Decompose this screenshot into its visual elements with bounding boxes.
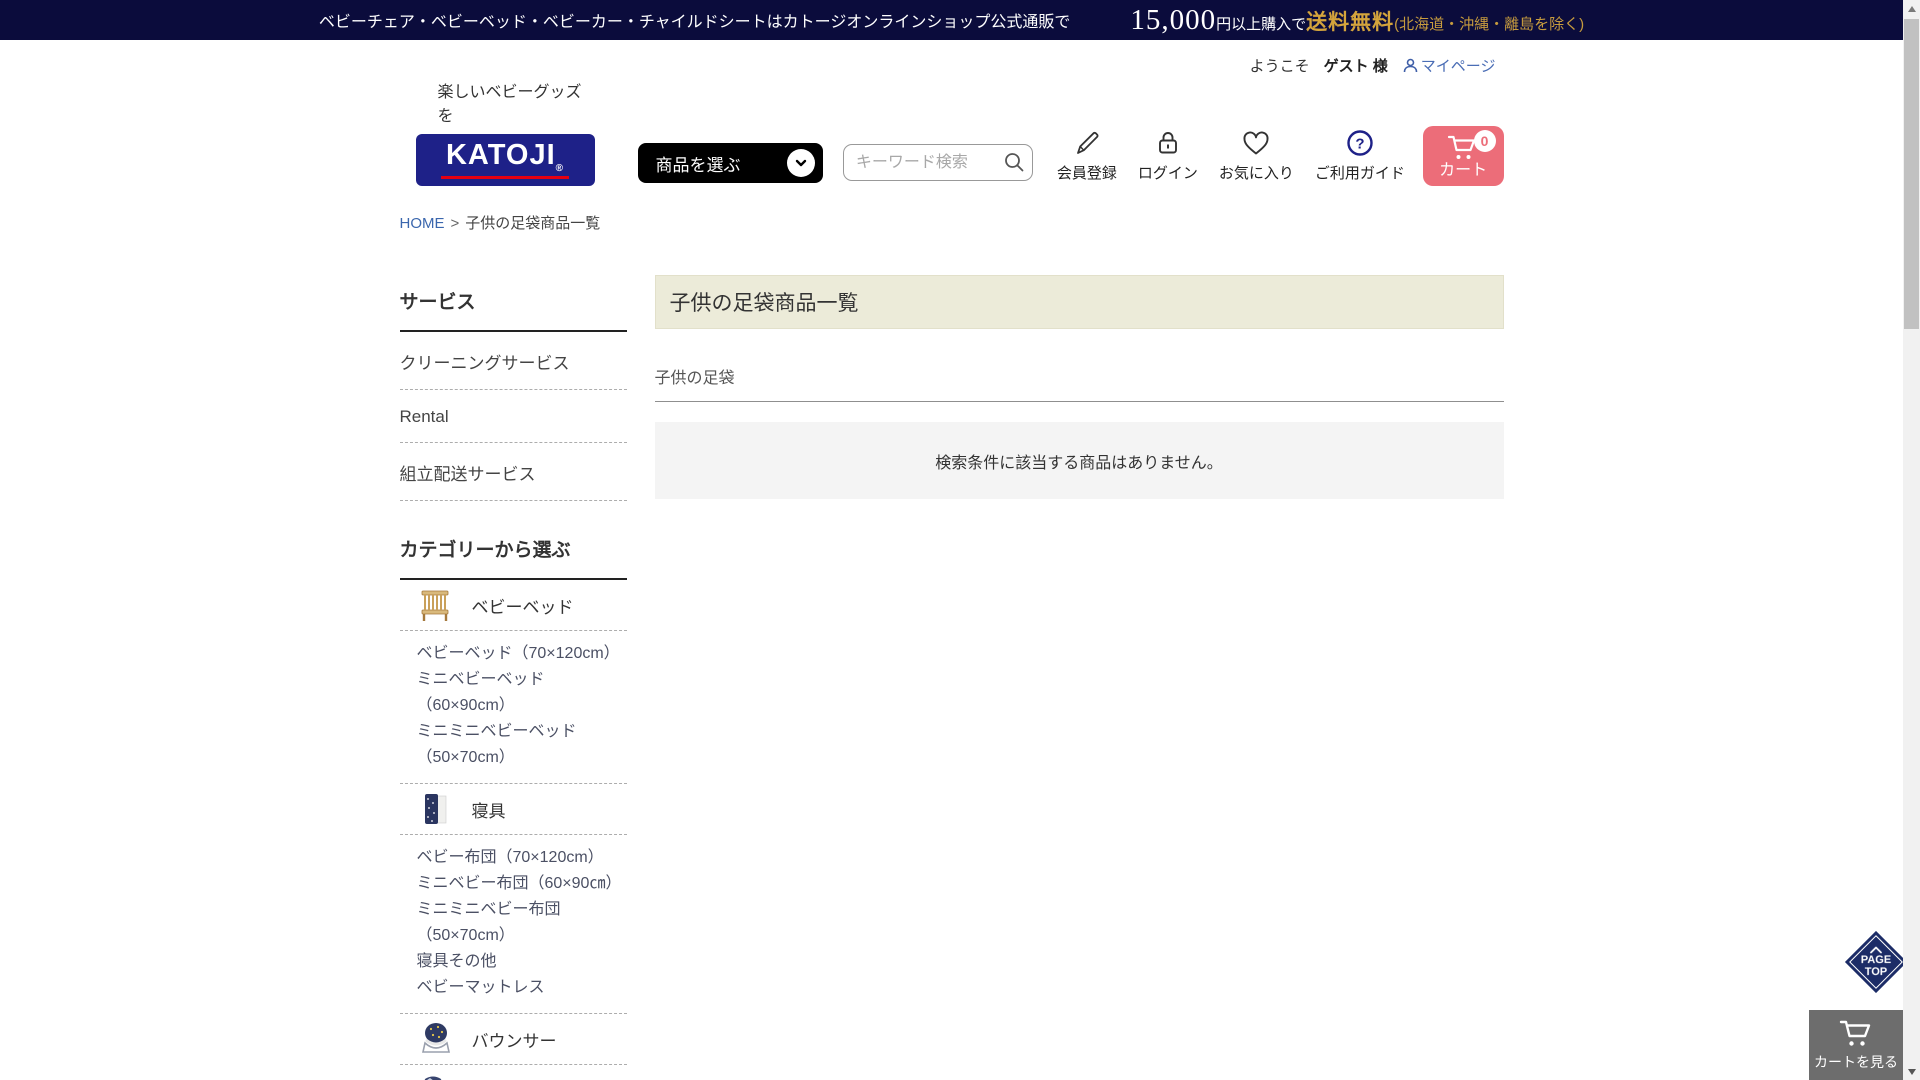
announcement-bar: ベビーチェア・ベビーベッド・ベビーカー・チャイルドシートはカトージオンラインショ… <box>0 0 1903 40</box>
page-title-bar: 子供の足袋商品一覧 <box>655 275 1504 329</box>
bedding-subcategories: ベビー布団（70×120cm） ミニベビー布団（60×90㎝） ミニミニベビー布… <box>400 835 627 1014</box>
services-list: クリーニングサービス Rental 組立配送サービス <box>400 332 627 501</box>
content-area: 子供の足袋商品一覧 子供の足袋 検索条件に該当する商品はありません。 <box>655 275 1504 499</box>
empty-results-box: 検索条件に該当する商品はありません。 <box>655 422 1504 499</box>
breadcrumb-current: 子供の足袋商品一覧 <box>465 215 600 232</box>
crib-thumbnail-icon <box>417 586 455 624</box>
logo-text: KATOJI® <box>446 141 564 174</box>
header-nav: 会員登録 ログイン お気に入り ? <box>1057 128 1405 183</box>
welcome-row: ようこそ ゲスト 様 マイページ <box>400 54 1504 76</box>
page-top-label-1: PAGE <box>1861 954 1891 966</box>
sidebar-category-bouncer[interactable]: バウンサー <box>400 1014 627 1065</box>
sidebar-subcategory[interactable]: ベビーベッド（70×120cm） <box>417 641 627 667</box>
main-layout: サービス クリーニングサービス Rental 組立配送サービス カテゴリーから選… <box>400 275 1504 1080</box>
services-heading: サービス <box>400 287 627 332</box>
sidebar-subcategory[interactable]: ミニベビー布団（60×90㎝） <box>417 871 627 897</box>
member-register-button[interactable]: 会員登録 <box>1057 128 1117 183</box>
login-button[interactable]: ログイン <box>1138 128 1198 183</box>
free-shipping-label: 送料無料 <box>1306 6 1394 36</box>
baby-bed-subcategories: ベビーベッド（70×120cm） ミニベビーベッド（60×90cm） ミニミニベ… <box>400 631 627 784</box>
breadcrumb-separator: > <box>451 215 460 232</box>
logo-block[interactable]: 楽しいベビーグッズを KATOJI® <box>416 78 595 186</box>
pencil-icon <box>1072 128 1102 158</box>
sidebar-category-highlow-rack[interactable]: ハイローラック <box>400 1065 627 1080</box>
breadcrumb: HOME > 子供の足袋商品一覧 <box>400 212 1504 233</box>
sidebar-subcategory[interactable]: ミニミニベビー布団（50×70cm） <box>417 897 627 949</box>
highlow-rack-thumbnail-icon <box>417 1071 455 1080</box>
registered-mark: ® <box>556 163 564 174</box>
nav-label: ログイン <box>1138 162 1198 183</box>
product-select-dropdown[interactable]: 商品を選ぶ <box>638 143 823 183</box>
search-box <box>843 144 1033 181</box>
category-section: カテゴリーから選ぶ ベビーベッド ベビーベッド（70×120cm） ミニベビーベ… <box>400 535 627 1080</box>
filter-category-label: 子供の足袋 <box>655 364 1504 402</box>
browser-scrollbar[interactable] <box>1903 0 1920 1080</box>
chevron-down-icon <box>787 149 815 177</box>
sidebar: サービス クリーニングサービス Rental 組立配送サービス カテゴリーから選… <box>400 275 627 1080</box>
sidebar-category-baby-bed[interactable]: ベビーベッド <box>400 580 627 631</box>
categories-heading: カテゴリーから選ぶ <box>400 535 627 580</box>
sidebar-subcategory[interactable]: ベビー布団（70×120cm） <box>417 845 627 871</box>
cart-icon <box>1837 1018 1875 1050</box>
search-button[interactable] <box>1003 151 1025 173</box>
view-cart-label: カートを見る <box>1814 1052 1898 1072</box>
mypage-label: マイページ <box>1421 55 1496 76</box>
lock-icon <box>1153 128 1183 158</box>
site-header: ようこそ ゲスト 様 マイページ 楽しいベビーグッズを KATOJI® 商品を選… <box>400 40 1504 198</box>
guest-name: ゲスト 様 <box>1324 55 1388 76</box>
nav-label: 会員登録 <box>1057 162 1117 183</box>
page-top-label-2: TOP <box>1865 966 1887 978</box>
logo-tagline: 楽しいベビーグッズを <box>438 78 595 126</box>
logo-red-underline <box>441 176 569 179</box>
category-label: バウンサー <box>472 1027 557 1052</box>
announcement-text: ベビーチェア・ベビーベッド・ベビーカー・チャイルドシートはカトージオンラインショ… <box>319 8 1071 32</box>
futon-thumbnail-icon <box>417 790 455 828</box>
sidebar-subcategory[interactable]: ミニミニベビーベッド（50×70cm） <box>417 719 627 771</box>
breadcrumb-home-link[interactable]: HOME <box>400 215 445 232</box>
sidebar-subcategory[interactable]: 寝具その他 <box>417 949 627 975</box>
cart-count-badge: 0 <box>1474 130 1496 152</box>
header-main-row: 楽しいベビーグッズを KATOJI® 商品を選ぶ <box>400 78 1504 198</box>
sidebar-subcategory[interactable]: ミニベビーベッド（60×90cm） <box>417 667 627 719</box>
favorites-button[interactable]: お気に入り <box>1219 128 1294 183</box>
user-guide-button[interactable]: ? ご利用ガイド <box>1315 128 1405 183</box>
bouncer-thumbnail-icon <box>417 1020 455 1058</box>
scrollbar-thumb[interactable] <box>1904 19 1919 329</box>
scrollbar-up-arrow[interactable] <box>1903 0 1920 17</box>
katoji-logo[interactable]: KATOJI® <box>416 134 595 186</box>
page-title: 子供の足袋商品一覧 <box>670 287 1489 317</box>
heart-icon <box>1240 128 1272 158</box>
sidebar-item-cleaning-service[interactable]: クリーニングサービス <box>400 332 627 390</box>
page-top-inner: PAGE TOP <box>1854 940 1898 984</box>
nav-label: お気に入り <box>1219 162 1294 183</box>
cart-label: カート <box>1439 163 1487 179</box>
nav-label: ご利用ガイド <box>1315 162 1405 183</box>
sidebar-item-rental[interactable]: Rental <box>400 390 627 443</box>
chevron-up-icon <box>1869 946 1883 954</box>
scrollbar-down-arrow[interactable] <box>1903 1063 1920 1080</box>
free-shipping-banner: 15,000 円以上購入で 送料無料 (北海道・沖縄・離島を除く) <box>1130 4 1584 37</box>
page-top-button[interactable]: PAGE TOP <box>1845 931 1907 993</box>
welcome-text: ようこそ <box>1250 55 1310 76</box>
cart-button[interactable]: カート 0 <box>1423 126 1504 186</box>
mypage-link[interactable]: マイページ <box>1402 55 1496 76</box>
question-icon: ? <box>1345 128 1375 158</box>
price-threshold: 15,000 <box>1130 4 1216 37</box>
product-select-label: 商品を選ぶ <box>656 151 741 176</box>
category-label: ベビーベッド <box>472 593 574 618</box>
search-icon <box>1003 151 1025 173</box>
sidebar-subcategory[interactable]: ベビーマットレス <box>417 975 627 1001</box>
sidebar-category-bedding[interactable]: 寝具 <box>400 784 627 835</box>
svg-text:?: ? <box>1355 136 1364 153</box>
shipping-exclusion-note: (北海道・沖縄・離島を除く) <box>1394 13 1584 34</box>
price-suffix: 円以上購入で <box>1216 13 1306 34</box>
view-cart-button[interactable]: カートを見る <box>1809 1010 1903 1080</box>
person-icon <box>1402 57 1419 74</box>
empty-results-message: 検索条件に該当する商品はありません。 <box>935 449 1223 473</box>
category-label: 寝具 <box>472 797 506 822</box>
sidebar-item-assembly-delivery[interactable]: 組立配送サービス <box>400 443 627 501</box>
